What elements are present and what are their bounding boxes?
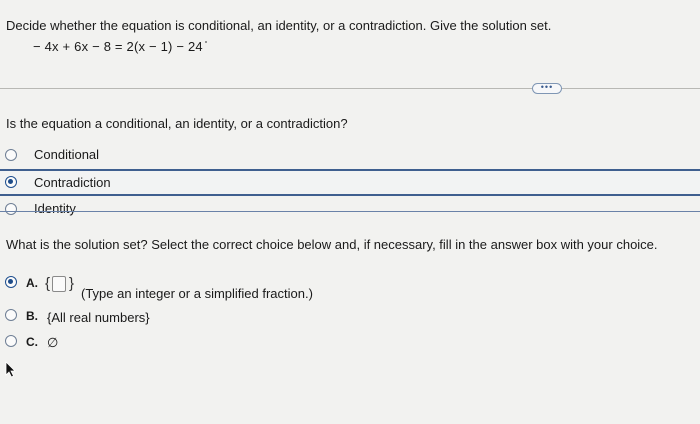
mouse-cursor-icon xyxy=(5,361,16,378)
brace-open: { xyxy=(45,275,51,292)
instruction-text: Decide whether the equation is condition… xyxy=(6,18,552,33)
section-divider xyxy=(0,88,700,89)
choice-a-letter: A. xyxy=(26,276,38,290)
choice-a-text: (Type an integer or a simplified fractio… xyxy=(81,286,313,301)
radio-choice-c[interactable] xyxy=(5,335,17,347)
radio-choice-b[interactable] xyxy=(5,309,17,321)
choice-b-letter: B. xyxy=(26,309,38,323)
option-conditional-label: Conditional xyxy=(34,147,100,162)
option-identity-label: Identity xyxy=(34,201,76,216)
option-contradiction-label: Contradiction xyxy=(34,175,111,190)
question-solution-set: What is the solution set? Select the cor… xyxy=(6,237,658,252)
selection-border xyxy=(0,211,700,212)
answer-input-box[interactable] xyxy=(52,276,66,292)
equation: − 4x + 6x − 8 = 2(x − 1) − 24 xyxy=(33,39,203,54)
choice-c-letter: C. xyxy=(26,335,38,349)
option-conditional[interactable]: Conditional xyxy=(0,142,700,169)
more-options-button[interactable]: ••• xyxy=(532,83,562,94)
radio-identity[interactable] xyxy=(5,203,17,215)
choice-c-text: ∅ xyxy=(47,335,59,350)
option-identity[interactable]: Identity xyxy=(0,196,700,223)
decorative-dot xyxy=(205,41,207,43)
radio-contradiction[interactable] xyxy=(5,176,17,188)
option-contradiction[interactable]: Contradiction xyxy=(0,169,700,196)
brace-close: } xyxy=(69,275,75,292)
radio-choice-a[interactable] xyxy=(5,276,17,288)
radio-conditional[interactable] xyxy=(5,149,17,161)
question-type: Is the equation a conditional, an identi… xyxy=(6,116,348,131)
choice-b-text: {All real numbers} xyxy=(47,310,150,325)
